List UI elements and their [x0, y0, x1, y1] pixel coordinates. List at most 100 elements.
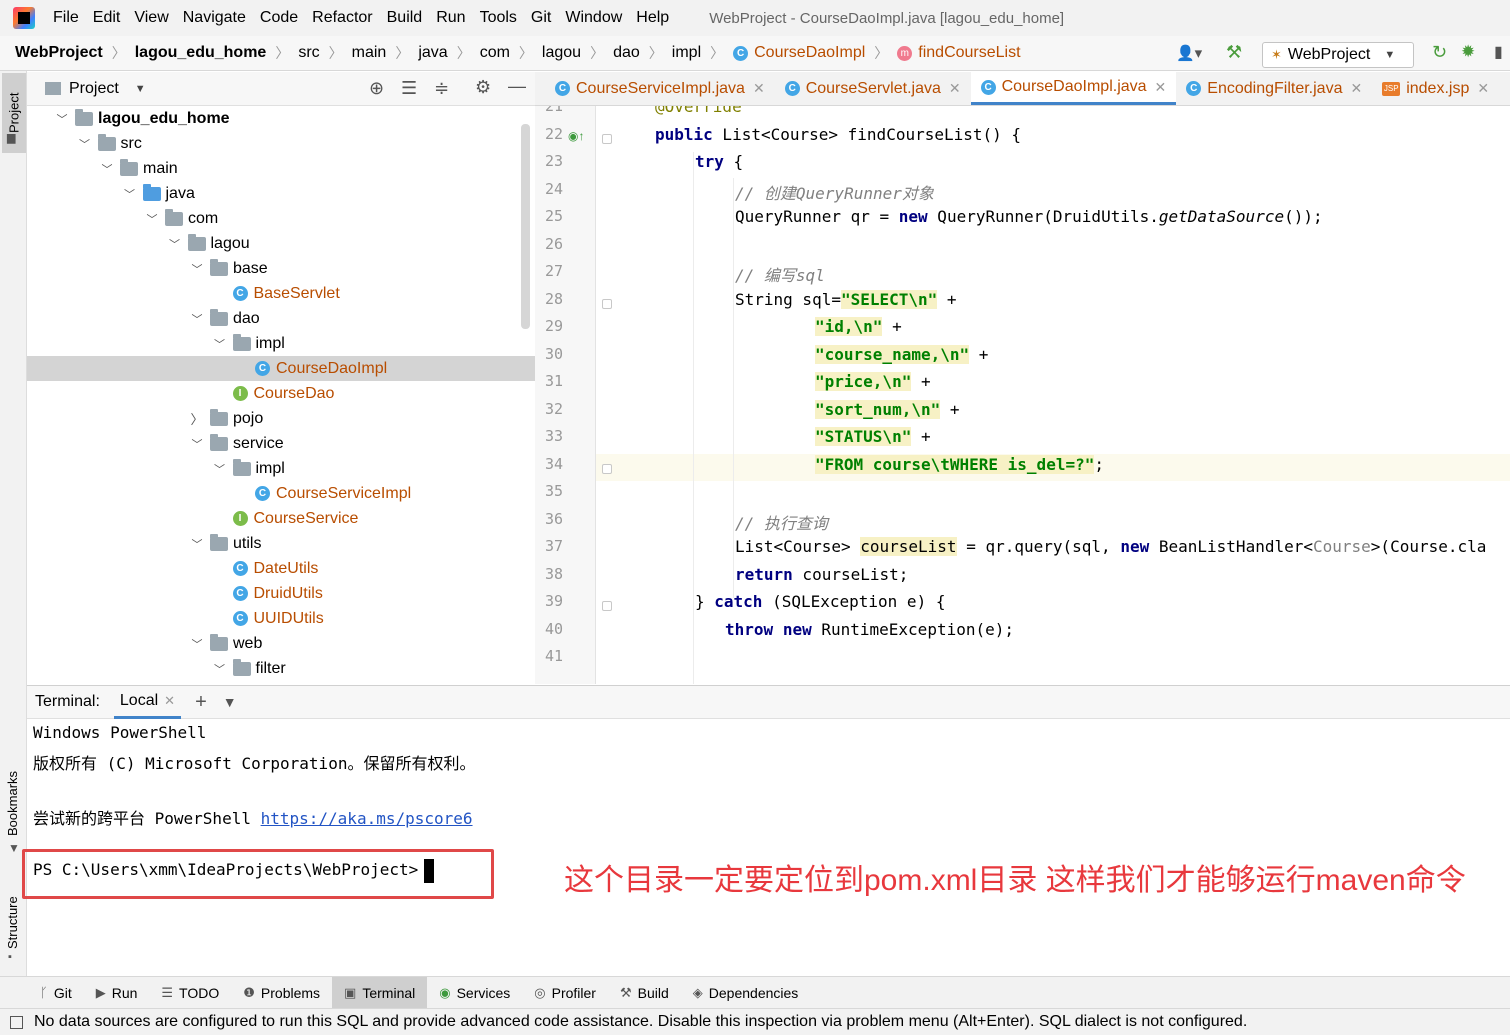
- crumb-class[interactable]: CourseDaoImpl: [754, 44, 865, 62]
- fold-marker-icon[interactable]: [602, 601, 612, 611]
- chevron-down-icon[interactable]: ﹀: [213, 336, 227, 352]
- fold-marker-icon[interactable]: [602, 133, 612, 144]
- expand-all-icon[interactable]: ☰: [401, 78, 417, 99]
- close-icon[interactable]: ✕: [1350, 80, 1362, 97]
- tool-build[interactable]: ⚒ Build: [608, 977, 681, 1009]
- tab-course-servlet[interactable]: C CourseServlet.java ✕: [775, 72, 971, 105]
- crumb-method[interactable]: findCourseList: [918, 44, 1020, 62]
- terminal-output[interactable]: Windows PowerShell 版权所有 (C) Microsoft Co…: [27, 719, 1510, 976]
- terminal-tab-local[interactable]: Local ✕: [113, 686, 182, 719]
- code-editor[interactable]: ◉↑ @Override public List<Course> findCour…: [535, 106, 1510, 684]
- status-toggle-icon[interactable]: [10, 1015, 23, 1029]
- override-marker-icon[interactable]: ◉↑: [568, 129, 584, 143]
- more-icon[interactable]: ▮: [1494, 42, 1503, 62]
- debug-bug-icon[interactable]: ✹: [1461, 42, 1475, 62]
- collapse-all-icon[interactable]: ≑: [434, 78, 449, 99]
- tree-node[interactable]: ﹀ lagou: [27, 231, 535, 256]
- tree-node[interactable]: ﹀ web: [27, 631, 535, 656]
- tool-terminal[interactable]: ▣ Terminal: [332, 976, 428, 1009]
- menu-git[interactable]: Git: [531, 9, 551, 27]
- tab-course-service-impl[interactable]: C CourseServiceImpl.java ✕: [545, 72, 775, 105]
- tree-node[interactable]: ﹀ lagou_edu_home: [27, 106, 535, 131]
- tree-node[interactable]: ﹀ service: [27, 431, 535, 456]
- run-configuration-select[interactable]: ✶ WebProject ▼: [1262, 42, 1414, 68]
- chevron-down-icon[interactable]: ﹀: [190, 636, 204, 652]
- tree-node[interactable]: I CourseService: [27, 506, 535, 531]
- chevron-down-icon[interactable]: ▼: [223, 694, 237, 710]
- fold-marker-icon[interactable]: [602, 463, 612, 474]
- chevron-right-icon[interactable]: 〉: [190, 409, 204, 428]
- build-hammer-icon[interactable]: ⚒: [1226, 42, 1242, 63]
- tree-node[interactable]: C DruidUtils: [27, 581, 535, 606]
- chevron-down-icon[interactable]: ﹀: [123, 186, 137, 202]
- rerun-icon[interactable]: ↻: [1432, 42, 1447, 63]
- menu-run[interactable]: Run: [436, 9, 465, 27]
- tree-node[interactable]: ﹀ base: [27, 256, 535, 281]
- menu-file[interactable]: File: [53, 9, 79, 27]
- tool-git[interactable]: ᚴ Git: [28, 977, 84, 1009]
- fold-marker-icon[interactable]: [602, 298, 612, 309]
- crumb-project[interactable]: WebProject: [15, 44, 103, 62]
- tree-node[interactable]: ﹀ com: [27, 206, 535, 231]
- menu-help[interactable]: Help: [636, 9, 669, 27]
- chevron-down-icon[interactable]: ﹀: [190, 536, 204, 552]
- tool-dependencies[interactable]: ◈ Dependencies: [681, 977, 811, 1009]
- close-icon[interactable]: ✕: [1155, 79, 1167, 96]
- chevron-down-icon[interactable]: ﹀: [55, 111, 69, 127]
- menu-code[interactable]: Code: [260, 9, 298, 27]
- add-terminal-icon[interactable]: +: [195, 691, 207, 714]
- tab-encoding-filter[interactable]: C EncodingFilter.java ✕: [1176, 72, 1372, 105]
- tree-scrollbar[interactable]: [521, 124, 530, 329]
- tree-node[interactable]: C UUIDUtils: [27, 606, 535, 631]
- menu-view[interactable]: View: [134, 9, 168, 27]
- close-icon[interactable]: ✕: [1477, 80, 1489, 97]
- chevron-down-icon[interactable]: ▼: [135, 83, 146, 95]
- tree-node[interactable]: C CourseDaoImpl: [27, 356, 535, 381]
- tool-profiler[interactable]: ◎ Profiler: [522, 977, 608, 1009]
- chevron-down-icon[interactable]: ﹀: [190, 261, 204, 277]
- tab-index-jsp[interactable]: JSP index.jsp ✕: [1372, 72, 1499, 105]
- tree-node[interactable]: 〉 pojo: [27, 406, 535, 431]
- tool-run[interactable]: ▶ Run: [84, 977, 150, 1009]
- crumb-lagou[interactable]: lagou: [542, 44, 581, 62]
- chevron-down-icon[interactable]: ﹀: [168, 236, 182, 252]
- crumb-dao[interactable]: dao: [613, 44, 640, 62]
- pscore-link[interactable]: https://aka.ms/pscore6: [261, 809, 473, 828]
- tab-course-dao-impl[interactable]: C CourseDaoImpl.java ✕: [970, 72, 1177, 105]
- tree-node[interactable]: ﹀ java: [27, 181, 535, 206]
- tool-todo[interactable]: ☰ TODO: [149, 977, 231, 1009]
- crumb-main[interactable]: main: [352, 44, 387, 62]
- tool-problems[interactable]: ❶ Problems: [231, 977, 332, 1009]
- crumb-impl[interactable]: impl: [672, 44, 701, 62]
- chevron-down-icon[interactable]: ﹀: [190, 311, 204, 327]
- user-account-icon[interactable]: 👤▾: [1176, 44, 1202, 62]
- tree-node[interactable]: ﹀ impl: [27, 456, 535, 481]
- tree-node[interactable]: I CourseDao: [27, 381, 535, 406]
- crumb-com[interactable]: com: [480, 44, 510, 62]
- tree-node[interactable]: ﹀ src: [27, 131, 535, 156]
- tree-node[interactable]: ﹀ utils: [27, 531, 535, 556]
- close-icon[interactable]: ✕: [164, 693, 175, 709]
- chevron-down-icon[interactable]: ﹀: [190, 436, 204, 452]
- tool-services[interactable]: ◉ Services: [427, 977, 522, 1009]
- bookmarks-tool-tab[interactable]: Bookmarks: [5, 766, 20, 836]
- gear-icon[interactable]: ⚙: [475, 77, 491, 98]
- chevron-down-icon[interactable]: ﹀: [213, 661, 227, 677]
- menu-build[interactable]: Build: [387, 9, 423, 27]
- crumb-module[interactable]: lagou_edu_home: [135, 44, 267, 62]
- minimize-icon[interactable]: —: [508, 76, 526, 97]
- tree-node[interactable]: ﹀ filter: [27, 656, 535, 681]
- structure-tool-tab[interactable]: Structure: [5, 881, 20, 949]
- crumb-java[interactable]: java: [418, 44, 447, 62]
- tree-node[interactable]: C DateUtils: [27, 556, 535, 581]
- menu-refactor[interactable]: Refactor: [312, 9, 372, 27]
- crumb-src[interactable]: src: [298, 44, 319, 62]
- tree-node[interactable]: C CourseServiceImpl: [27, 481, 535, 506]
- chevron-down-icon[interactable]: ﹀: [100, 161, 114, 177]
- tree-node[interactable]: ﹀ main: [27, 156, 535, 181]
- locate-target-icon[interactable]: ⊕: [369, 78, 384, 99]
- tree-node[interactable]: ﹀ impl: [27, 331, 535, 356]
- menu-navigate[interactable]: Navigate: [183, 9, 246, 27]
- menu-edit[interactable]: Edit: [93, 9, 121, 27]
- chevron-down-icon[interactable]: ﹀: [145, 211, 159, 227]
